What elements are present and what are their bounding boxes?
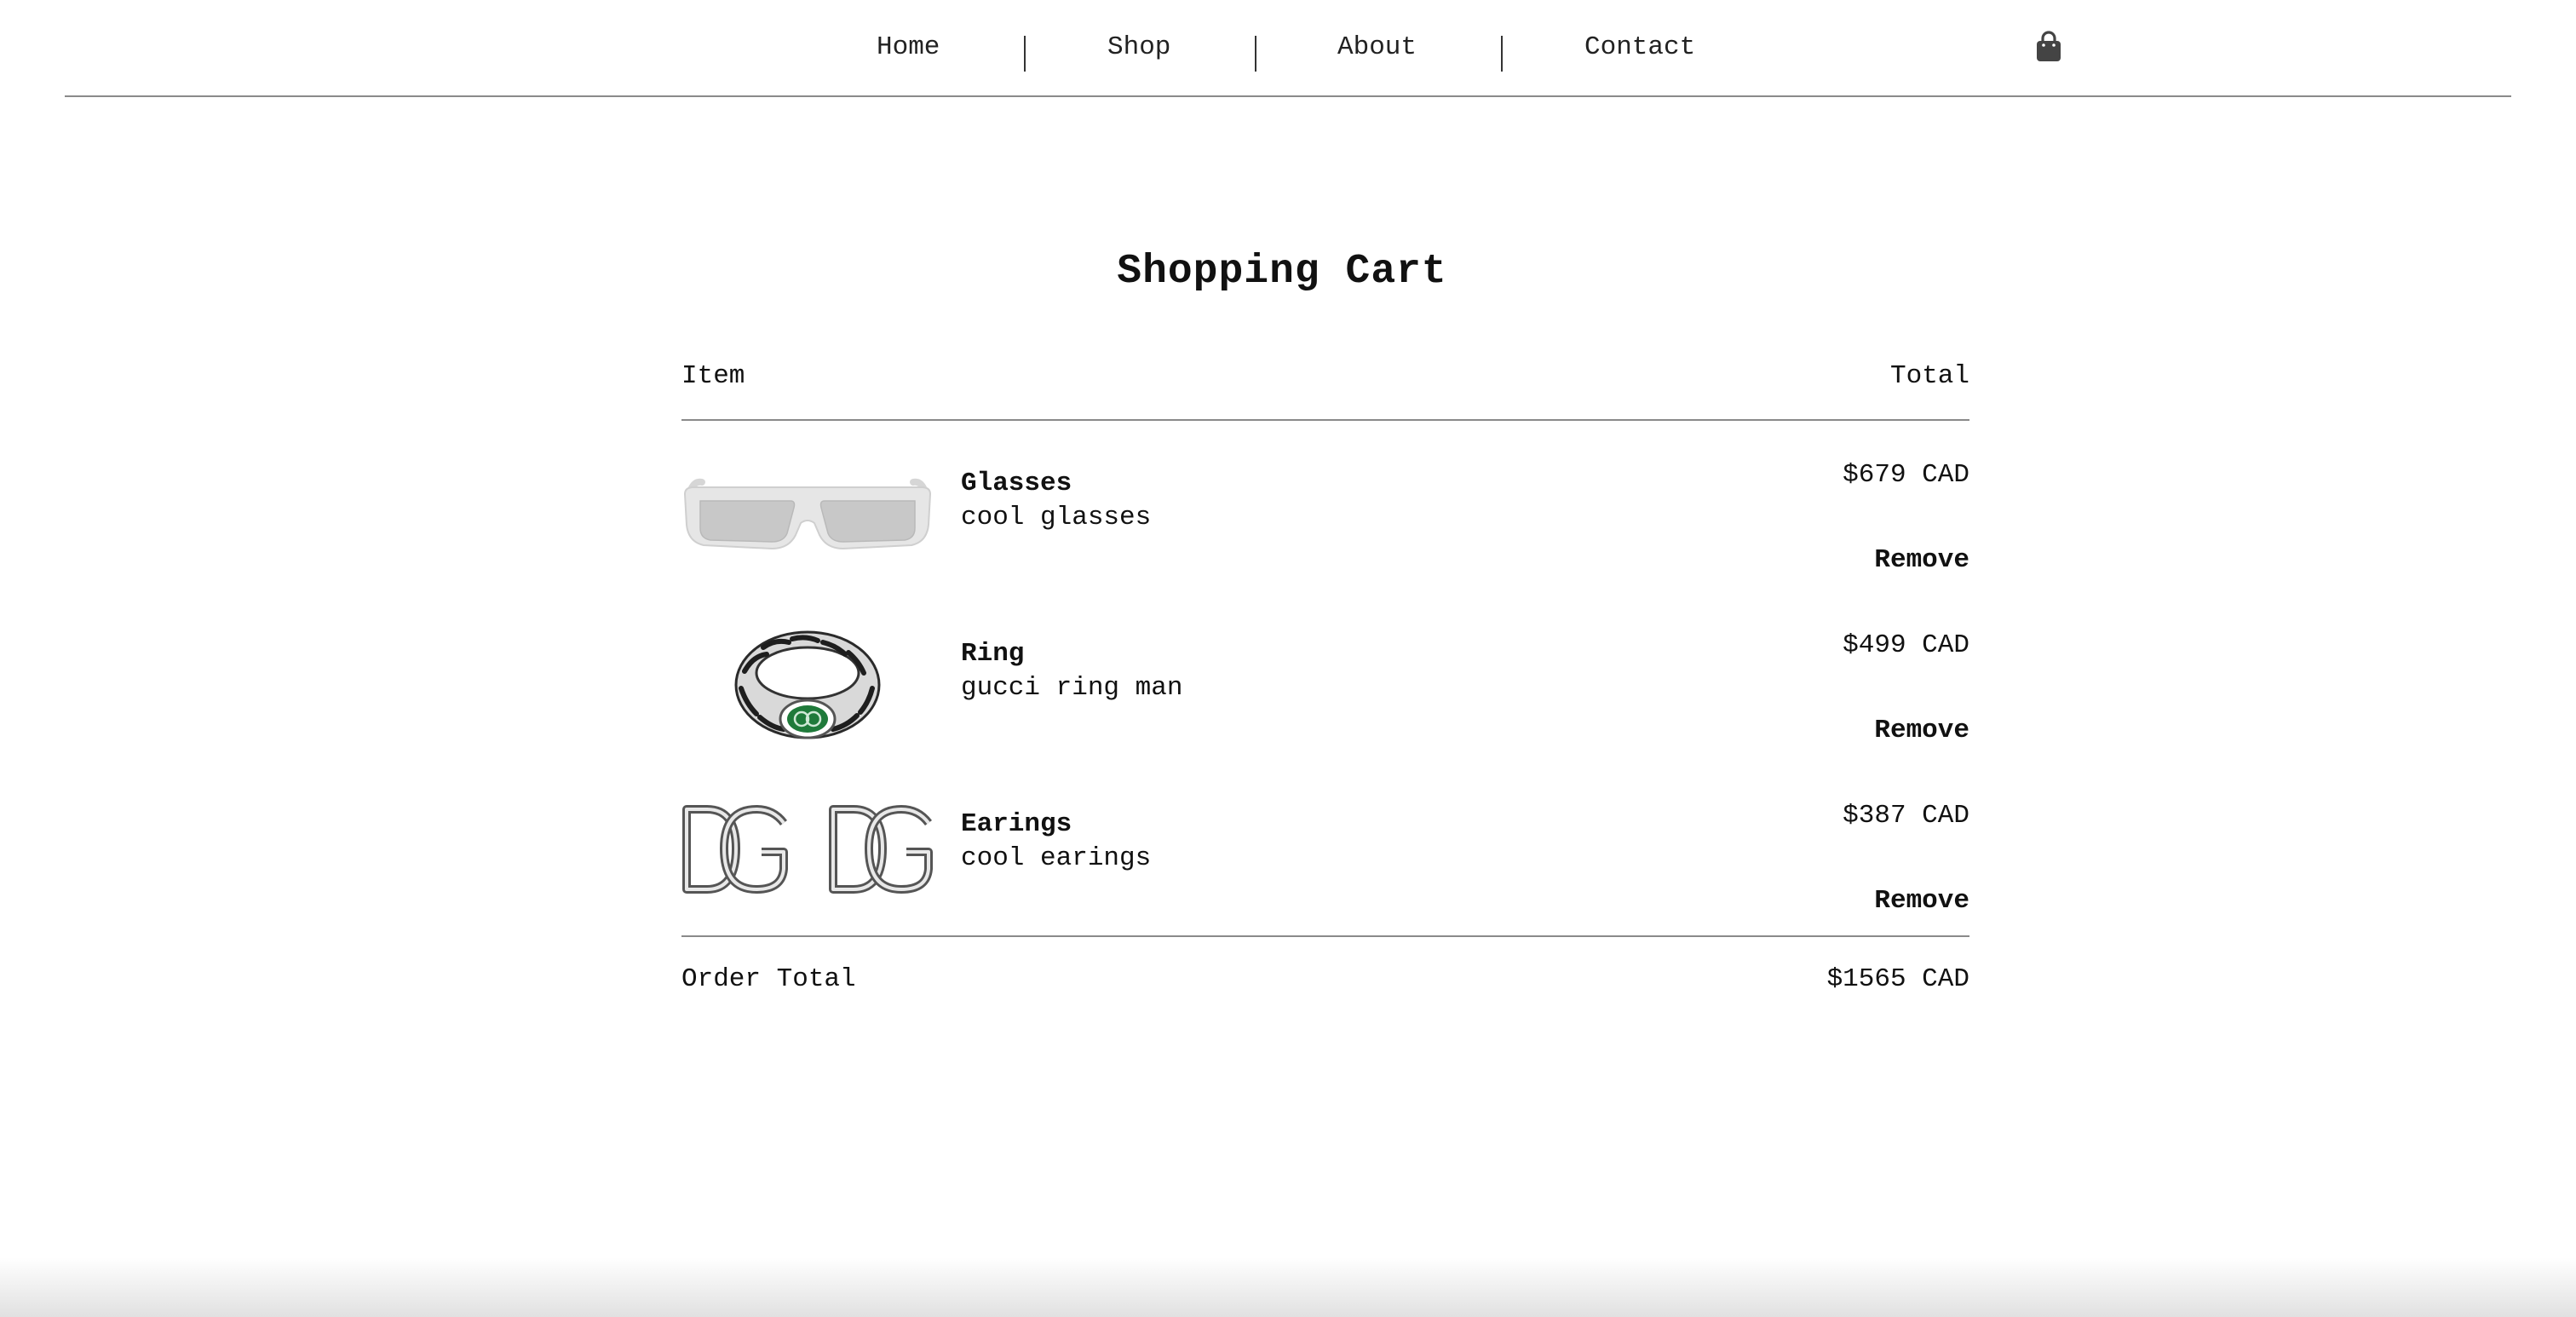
nav-link-about[interactable]: About bbox=[1337, 32, 1417, 62]
nav-link-home[interactable]: Home bbox=[877, 32, 940, 62]
ring-image bbox=[681, 627, 934, 746]
nav-separator bbox=[1255, 36, 1256, 72]
earrings-image bbox=[681, 797, 934, 917]
cart-item-row: Ring gucci ring man $499 CAD Remove bbox=[681, 627, 1969, 789]
item-price: $387 CAD bbox=[1843, 801, 1969, 831]
remove-button[interactable]: Remove bbox=[1874, 886, 1969, 916]
order-total-label: Order Total bbox=[681, 964, 856, 994]
remove-button[interactable]: Remove bbox=[1874, 545, 1969, 575]
cart-item-row: Glasses cool glasses $679 CAD Remove bbox=[681, 457, 1969, 618]
total-divider bbox=[681, 935, 1969, 937]
nav-link-contact[interactable]: Contact bbox=[1584, 32, 1695, 62]
item-price: $499 CAD bbox=[1843, 630, 1969, 660]
header-divider bbox=[681, 419, 1969, 421]
item-description: gucci ring man bbox=[961, 673, 1183, 703]
remove-button[interactable]: Remove bbox=[1874, 716, 1969, 745]
order-total-value: $1565 CAD bbox=[1826, 964, 1969, 994]
column-header-item: Item bbox=[681, 361, 745, 391]
nav-separator bbox=[1501, 36, 1503, 72]
nav-link-shop[interactable]: Shop bbox=[1107, 32, 1170, 62]
item-description: cool earings bbox=[961, 843, 1152, 873]
top-navigation: Home Shop About Contact bbox=[65, 0, 2511, 97]
page: Home Shop About Contact Shopping Cart It… bbox=[0, 0, 2576, 1317]
nav-separator bbox=[1024, 36, 1026, 72]
glasses-image bbox=[681, 457, 934, 576]
shopping-bag-icon[interactable] bbox=[2034, 31, 2063, 63]
nav-links: Home Shop About Contact bbox=[65, 0, 2511, 95]
page-title: Shopping Cart bbox=[1117, 249, 1447, 295]
item-description: cool glasses bbox=[961, 503, 1152, 532]
item-price: $679 CAD bbox=[1843, 460, 1969, 490]
item-name: Glasses bbox=[961, 469, 1072, 498]
item-name: Earings bbox=[961, 809, 1072, 839]
window-bottom-shadow bbox=[0, 1257, 2576, 1317]
column-header-total: Total bbox=[1889, 361, 1969, 391]
item-name: Ring bbox=[961, 639, 1025, 669]
